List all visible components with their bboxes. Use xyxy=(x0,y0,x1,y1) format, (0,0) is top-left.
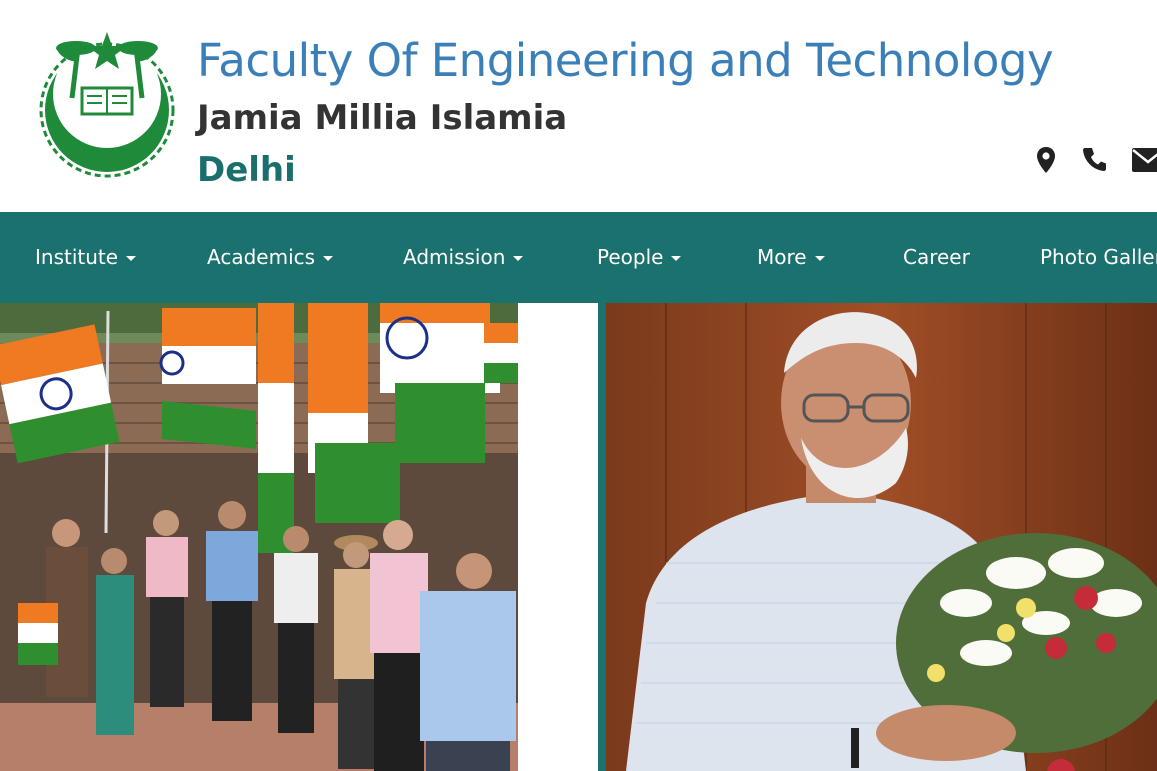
flag-rally-photo xyxy=(0,303,518,771)
nav-item-label: Photo Gallery xyxy=(1040,245,1157,269)
carousel-divider xyxy=(598,303,606,771)
nav-item-career[interactable]: Career xyxy=(903,212,970,303)
caret-down-icon xyxy=(671,256,682,261)
site-title[interactable]: Faculty Of Engineering and Technology xyxy=(197,34,1054,87)
caret-down-icon xyxy=(814,256,825,261)
nav-item-more[interactable]: More xyxy=(757,212,825,303)
nav-item-label: People xyxy=(597,245,664,269)
main-navbar: Institute Academics Admission People Mor… xyxy=(0,212,1157,303)
nav-item-label: Institute xyxy=(35,245,119,269)
page: Faculty Of Engineering and Technology Ja… xyxy=(0,0,1157,771)
site-city: Delhi xyxy=(197,150,296,190)
nav-item-academics[interactable]: Academics xyxy=(207,212,334,303)
nav-item-label: More xyxy=(757,245,807,269)
caret-down-icon xyxy=(513,256,524,261)
nav-item-label: Admission xyxy=(403,245,506,269)
phone-icon[interactable] xyxy=(1082,146,1106,172)
dignitary-bouquet-photo xyxy=(606,303,1157,771)
site-subtitle: Jamia Millia Islamia xyxy=(197,98,568,138)
site-header: Faculty Of Engineering and Technology Ja… xyxy=(0,0,1157,212)
nav-item-label: Academics xyxy=(207,245,316,269)
map-marker-icon[interactable] xyxy=(1036,146,1056,174)
envelope-icon[interactable] xyxy=(1132,148,1157,172)
nav-item-people[interactable]: People xyxy=(597,212,682,303)
carousel-gap xyxy=(518,303,598,771)
nav-item-photo-gallery[interactable]: Photo Gallery xyxy=(1040,212,1157,303)
nav-item-admission[interactable]: Admission xyxy=(403,212,524,303)
jmi-emblem-icon[interactable] xyxy=(38,28,176,178)
caret-down-icon xyxy=(126,256,137,261)
nav-item-label: Career xyxy=(903,245,970,269)
caret-down-icon xyxy=(323,256,334,261)
nav-item-institute[interactable]: Institute xyxy=(35,212,137,303)
